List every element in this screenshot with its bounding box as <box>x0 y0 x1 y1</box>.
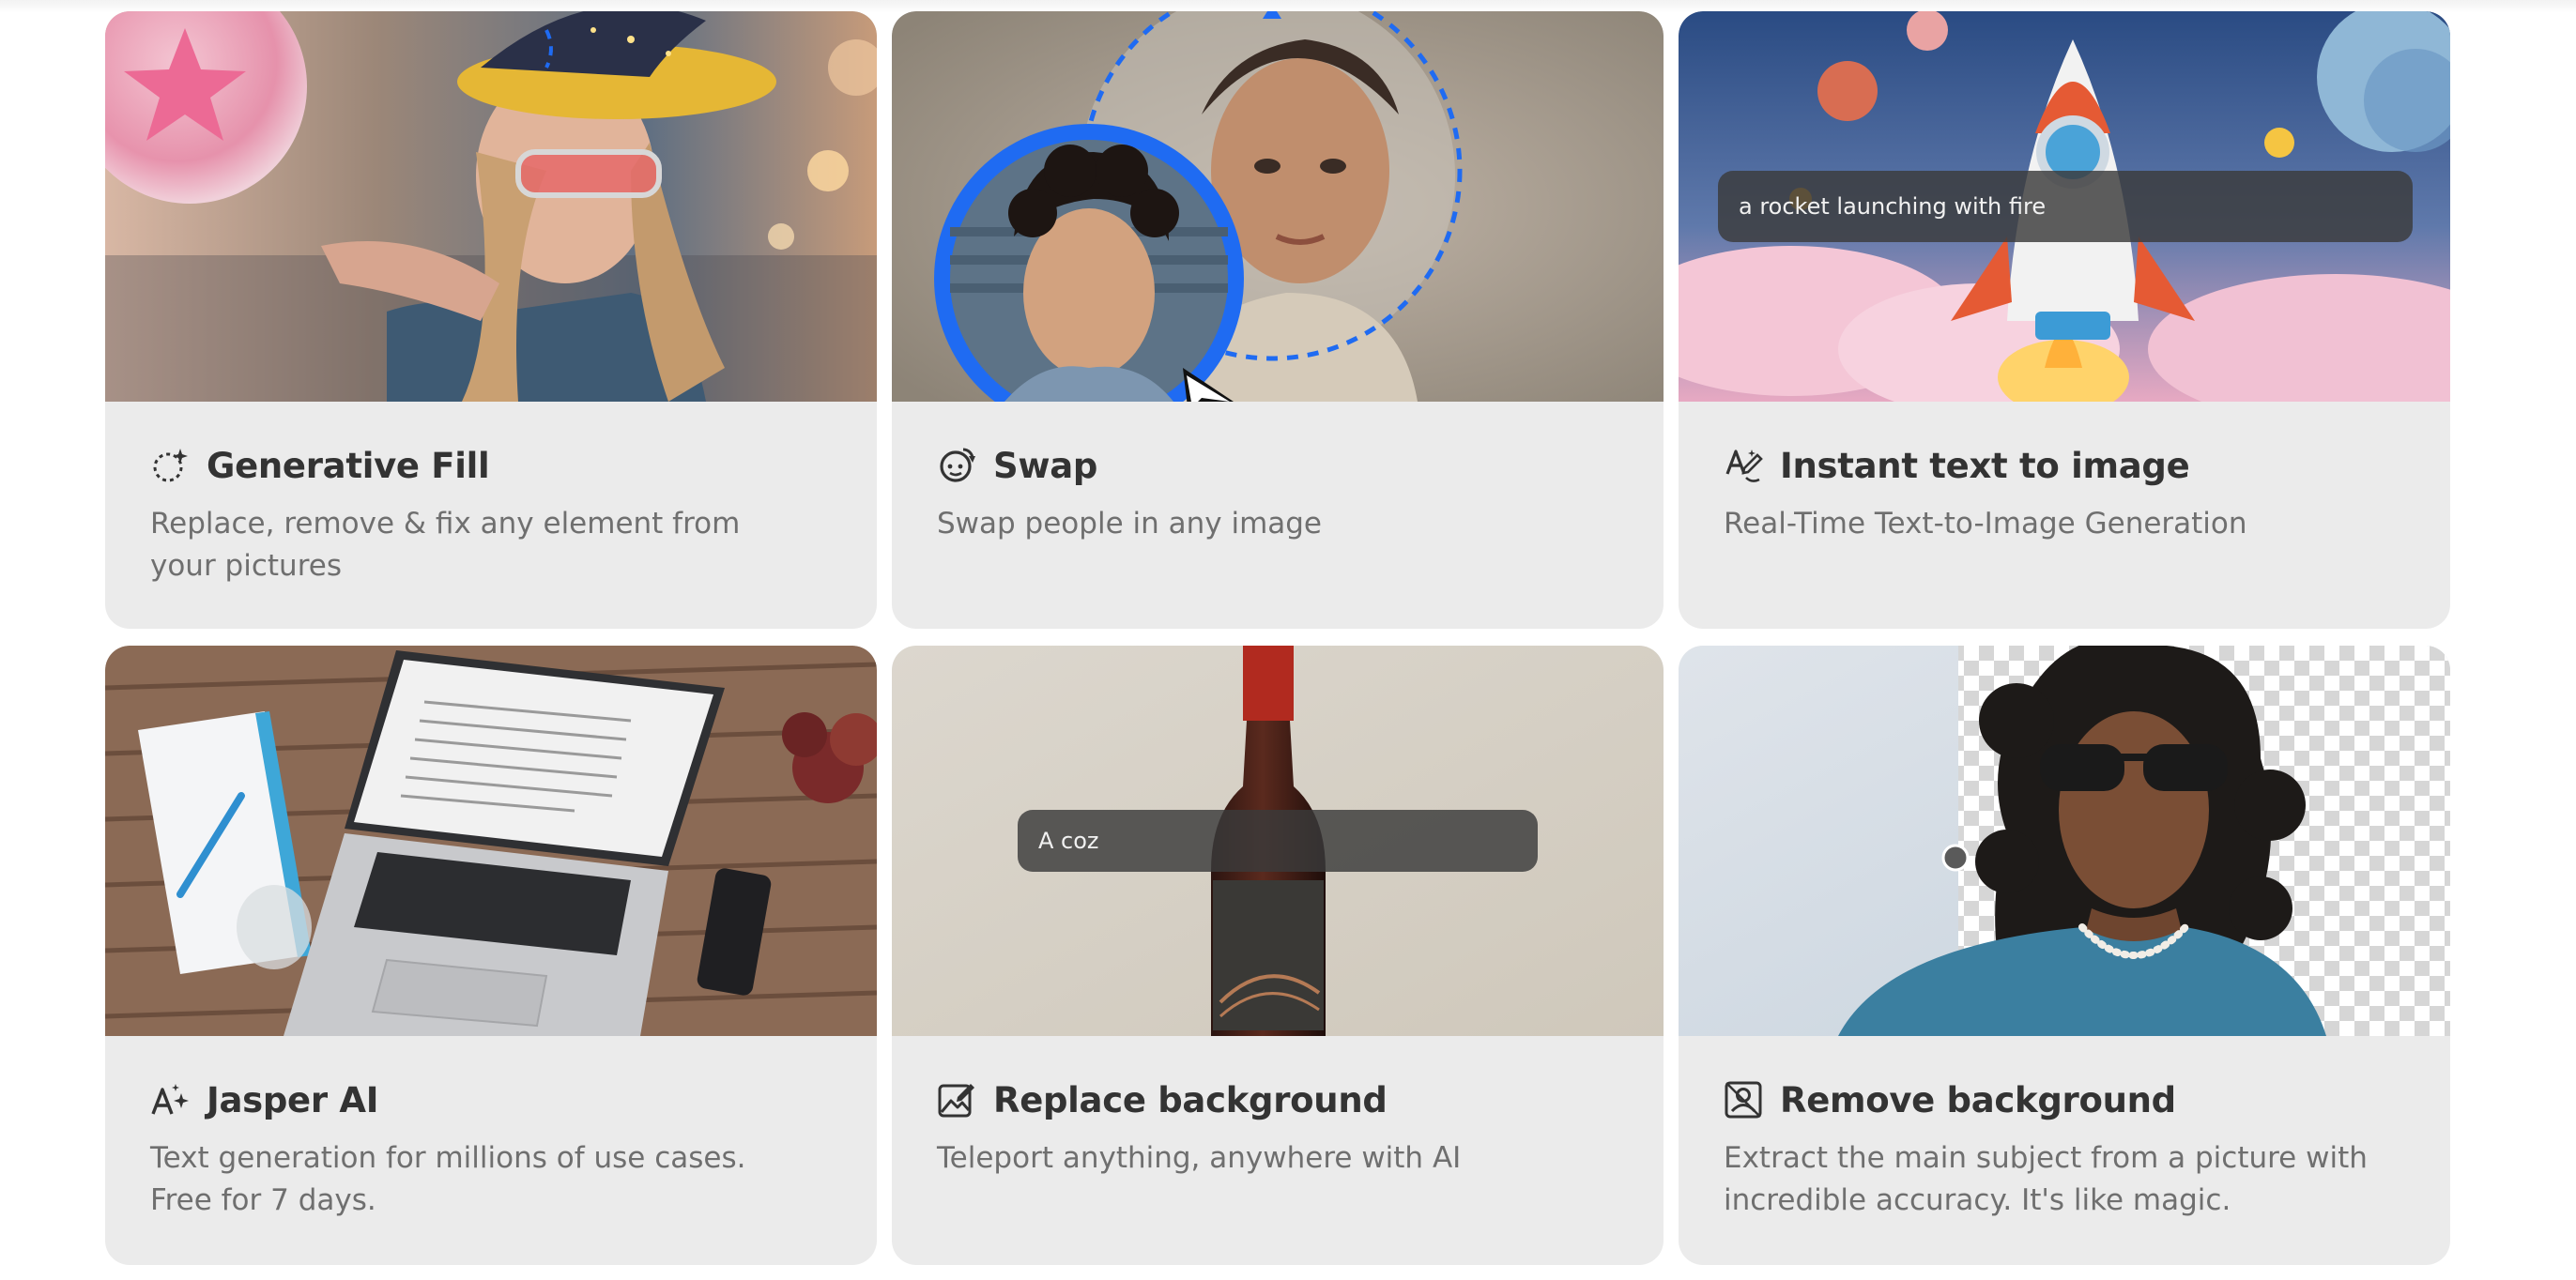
jasper-ai-thumbnail <box>105 646 877 1036</box>
ai-text-icon <box>150 1080 190 1120</box>
card-instant-text-to-image[interactable]: a rocket launching with fire Instant tex… <box>1679 11 2450 629</box>
jasper-ai-title-row: Jasper AI <box>150 1077 832 1122</box>
generative-fill-title: Generative Fill <box>207 445 490 486</box>
jasper-ai-title: Jasper AI <box>207 1079 379 1120</box>
swap-title: Swap <box>993 445 1098 486</box>
remove-background-title: Remove background <box>1780 1079 2176 1120</box>
swap-description: Swap people in any image <box>937 507 1323 541</box>
face-swap-icon <box>937 446 976 485</box>
instant-text-to-image-title-row: Instant text to image <box>1724 443 2405 488</box>
card-jasper-ai[interactable]: Jasper AI Text generation for millions o… <box>105 646 877 1265</box>
replace-background-icon <box>937 1080 976 1120</box>
instant-text-to-image-thumbnail: a rocket launching with fire <box>1679 11 2450 402</box>
jasper-ai-description: Text generation for millions of use case… <box>150 1141 746 1217</box>
remove-background-icon <box>1724 1080 1763 1120</box>
generative-fill-thumbnail <box>105 11 877 402</box>
remove-background-thumbnail <box>1679 646 2450 1036</box>
feature-grid: Generative Fill Replace, remove & fix an… <box>105 11 2450 1265</box>
card-generative-fill[interactable]: Generative Fill Replace, remove & fix an… <box>105 11 877 629</box>
remove-background-title-row: Remove background <box>1724 1077 2405 1122</box>
replace-background-description: Teleport anything, anywhere with AI <box>937 1141 1462 1175</box>
replace-background-prompt-field[interactable]: A coz <box>1018 810 1538 872</box>
remove-background-description: Extract the main subject from a picture … <box>1724 1141 2368 1217</box>
generative-fill-title-row: Generative Fill <box>150 443 832 488</box>
text-to-image-prompt-field[interactable]: a rocket launching with fire <box>1718 171 2413 242</box>
generative-fill-description: Replace, remove & fix any element from y… <box>150 507 741 583</box>
replace-background-thumbnail: A coz <box>892 646 1664 1036</box>
generative-fill-icon <box>150 446 190 485</box>
card-remove-background[interactable]: Remove background Extract the main subje… <box>1679 646 2450 1265</box>
swap-thumbnail <box>892 11 1664 402</box>
replace-background-title: Replace background <box>993 1079 1388 1120</box>
replace-background-title-row: Replace background <box>937 1077 1618 1122</box>
card-swap[interactable]: Swap Swap people in any image <box>892 11 1664 629</box>
instant-text-to-image-description: Real-Time Text-to-Image Generation <box>1724 507 2247 541</box>
card-replace-background[interactable]: A coz Replace background Teleport anythi… <box>892 646 1664 1265</box>
instant-text-to-image-title: Instant text to image <box>1780 445 2190 486</box>
text-to-image-icon <box>1724 446 1763 485</box>
swap-title-row: Swap <box>937 443 1618 488</box>
